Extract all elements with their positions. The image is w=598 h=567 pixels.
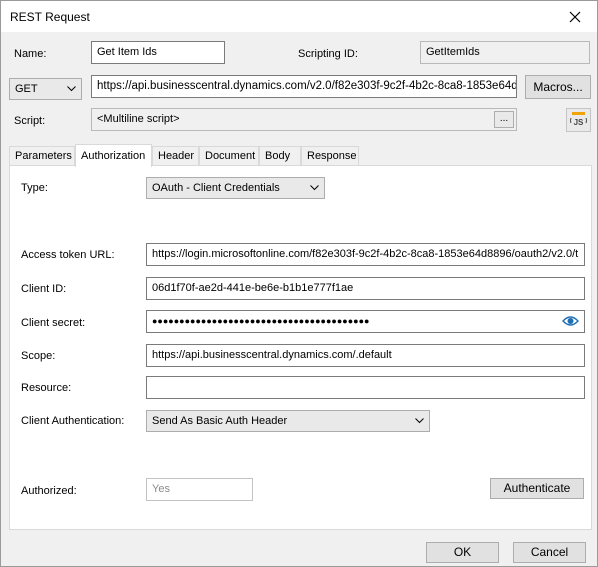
client-id-label: Client ID:	[21, 283, 67, 295]
js-script-icon: JS	[570, 112, 587, 127]
rest-request-dialog: REST Request Name: Get Item Ids Scriptin…	[0, 0, 598, 567]
authenticate-button[interactable]: Authenticate	[490, 478, 584, 499]
authorized-field: Yes	[146, 478, 253, 501]
method-value: GET	[15, 83, 38, 95]
authorized-label: Authorized:	[21, 485, 77, 497]
window-title: REST Request	[10, 10, 90, 24]
tab-header[interactable]: Header	[152, 146, 199, 166]
svg-text:JS: JS	[574, 118, 584, 127]
tab-authorization[interactable]: Authorization	[75, 144, 152, 167]
chevron-down-icon	[309, 185, 319, 191]
script-value: <Multiline script>	[97, 113, 180, 125]
title-bar: REST Request	[1, 1, 597, 32]
close-icon	[569, 11, 581, 22]
type-label: Type:	[21, 182, 48, 194]
close-button[interactable]	[553, 1, 597, 32]
name-field[interactable]: Get Item Ids	[91, 41, 225, 64]
tab-parameters[interactable]: Parameters	[9, 146, 75, 166]
tab-body[interactable]: Body	[259, 146, 301, 166]
client-secret-value: ●●●●●●●●●●●●●●●●●●●●●●●●●●●●●●●●●●●●●●●●	[152, 316, 370, 326]
js-script-button[interactable]: JS	[566, 108, 591, 132]
resource-label: Resource:	[21, 382, 72, 394]
client-secret-field[interactable]: ●●●●●●●●●●●●●●●●●●●●●●●●●●●●●●●●●●●●●●●●	[146, 310, 585, 333]
scripting-id-field[interactable]: GetItemIds	[420, 41, 590, 64]
eye-icon	[562, 316, 579, 326]
resource-field[interactable]	[146, 376, 585, 399]
script-label: Script:	[14, 115, 46, 127]
chevron-down-icon	[414, 418, 424, 424]
script-field[interactable]: <Multiline script>	[91, 108, 517, 131]
cancel-button[interactable]: Cancel	[513, 542, 586, 563]
client-authentication-select[interactable]: Send As Basic Auth Header	[146, 410, 430, 432]
authorization-panel: Type: OAuth - Client Credentials Access …	[9, 165, 592, 530]
macros-button[interactable]: Macros...	[525, 75, 591, 99]
scope-label: Scope:	[21, 350, 56, 362]
url-field[interactable]: https://api.businesscentral.dynamics.com…	[91, 75, 517, 98]
client-secret-label: Client secret:	[21, 317, 86, 329]
client-authentication-value: Send As Basic Auth Header	[152, 415, 288, 427]
scope-field[interactable]: https://api.businesscentral.dynamics.com…	[146, 344, 585, 367]
show-password-button[interactable]	[562, 314, 579, 332]
client-authentication-label: Client Authentication:	[21, 415, 125, 427]
ok-button[interactable]: OK	[426, 542, 499, 563]
chevron-down-icon	[66, 86, 76, 92]
scripting-id-label: Scripting ID:	[298, 48, 358, 60]
auth-type-select[interactable]: OAuth - Client Credentials	[146, 177, 325, 199]
script-browse-button[interactable]: ...	[494, 111, 514, 128]
tab-document[interactable]: Document	[199, 146, 259, 166]
auth-type-value: OAuth - Client Credentials	[152, 182, 280, 194]
tab-response[interactable]: Response	[301, 146, 359, 166]
method-select[interactable]: GET	[9, 78, 82, 100]
access-token-url-field[interactable]: https://login.microsoftonline.com/f82e30…	[146, 243, 585, 266]
name-label: Name:	[14, 48, 47, 60]
access-token-url-label: Access token URL:	[21, 249, 115, 261]
client-id-field[interactable]: 06d1f70f-ae2d-441e-be6e-b1b1e777f1ae	[146, 277, 585, 300]
